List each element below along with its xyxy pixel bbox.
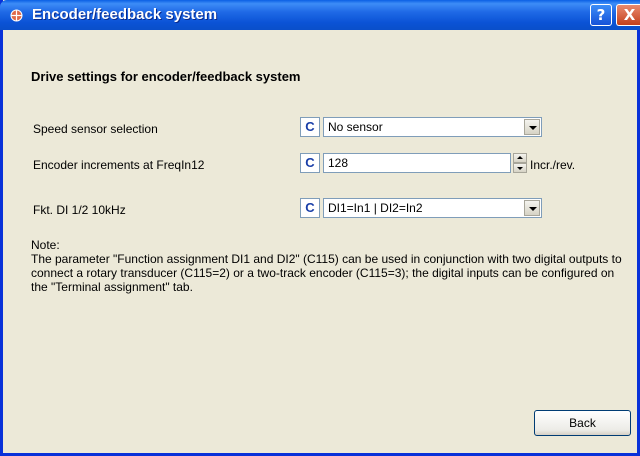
app-icon [10, 9, 23, 22]
speed-sensor-dropdown[interactable]: No sensor [323, 117, 542, 137]
window-title: Encoder/feedback system [32, 6, 218, 23]
title-bar[interactable]: Encoder/feedback system ? X [0, 0, 640, 30]
section-heading: Drive settings for encoder/feedback syst… [31, 69, 301, 84]
fkt-di-label: Fkt. DI 1/2 10kHz [33, 203, 126, 217]
dropdown-arrow-button[interactable] [524, 119, 540, 135]
speed-sensor-value: No sensor [328, 120, 383, 134]
help-button[interactable]: ? [590, 4, 612, 26]
chevron-down-icon [529, 126, 537, 130]
encoder-increments-marker[interactable]: C [300, 153, 320, 173]
speed-sensor-marker[interactable]: C [300, 117, 320, 137]
close-button[interactable]: X [616, 4, 640, 26]
encoder-increments-unit: Incr./rev. [530, 158, 576, 172]
note-title: Note: [31, 238, 60, 252]
speed-sensor-label: Speed sensor selection [33, 122, 158, 136]
spin-up-icon[interactable] [513, 153, 527, 163]
fkt-di-dropdown[interactable]: DI1=In1 | DI2=In2 [323, 198, 542, 218]
fkt-di-value: DI1=In1 | DI2=In2 [328, 201, 423, 215]
encoder-increments-value: 128 [328, 156, 349, 170]
help-icon: ? [596, 6, 606, 24]
chevron-down-icon [529, 207, 537, 211]
encoder-increments-label: Encoder increments at FreqIn12 [33, 158, 205, 172]
fkt-di-marker[interactable]: C [300, 198, 320, 218]
close-icon: X [623, 6, 636, 24]
encoder-increments-input[interactable]: 128 [323, 153, 511, 173]
encoder-increments-spinner[interactable] [513, 153, 527, 173]
spin-down-icon[interactable] [513, 163, 527, 173]
back-button[interactable]: Back [534, 410, 631, 436]
dropdown-arrow-button[interactable] [524, 200, 540, 216]
note-body: The parameter "Function assignment DI1 a… [31, 252, 622, 294]
dialog-window: Encoder/feedback system ? X Drive settin… [0, 0, 640, 456]
note-block: Note: The parameter "Function assignment… [31, 238, 631, 294]
